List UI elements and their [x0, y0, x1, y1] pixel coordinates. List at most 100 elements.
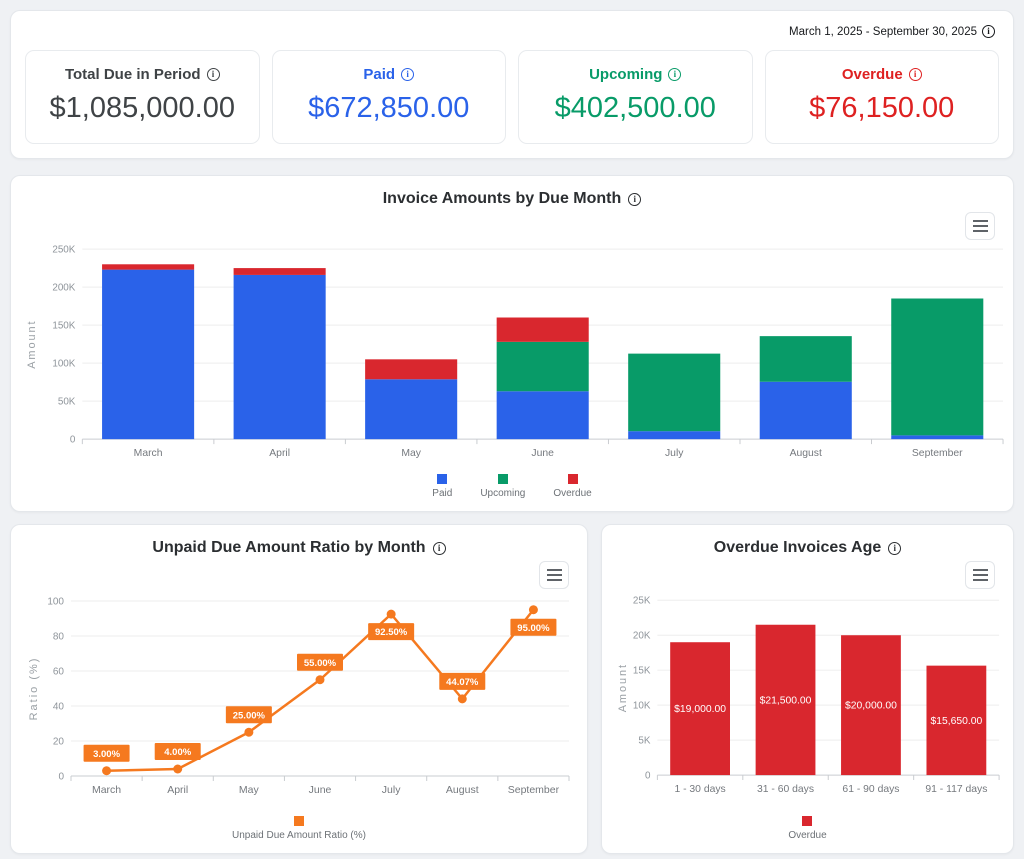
legend-item[interactable]: Unpaid Due Amount Ratio (%) — [232, 816, 366, 841]
svg-text:95.00%: 95.00% — [517, 623, 550, 634]
bar-chart: 05K10K15K20K25K1 - 30 days31 - 60 days61… — [602, 589, 1013, 814]
info-icon[interactable]: i — [207, 68, 220, 81]
svg-text:0: 0 — [58, 772, 64, 783]
chart-menu-button[interactable] — [965, 212, 995, 240]
svg-text:0: 0 — [645, 771, 651, 782]
svg-text:$19,000.00: $19,000.00 — [674, 704, 726, 715]
stat-label-text: Upcoming — [589, 66, 662, 83]
svg-text:25K: 25K — [633, 596, 651, 607]
stat-value: $402,500.00 — [527, 92, 744, 125]
chart-title: Invoice Amounts by Due Month i — [11, 190, 1013, 208]
svg-text:50K: 50K — [58, 397, 76, 408]
svg-text:July: July — [665, 448, 684, 459]
info-icon[interactable]: i — [668, 68, 681, 81]
chart-title-text: Invoice Amounts by Due Month — [383, 190, 622, 208]
svg-text:20K: 20K — [633, 631, 651, 642]
svg-text:Ratio (%): Ratio (%) — [28, 657, 40, 721]
chart-legend: Overdue — [602, 816, 1013, 847]
stat-card-total-due: Total Due in Period i $1,085,000.00 — [25, 50, 260, 144]
svg-text:4.00%: 4.00% — [164, 747, 191, 758]
stat-label-text: Overdue — [842, 66, 903, 83]
chart-legend: Unpaid Due Amount Ratio (%) — [11, 816, 587, 847]
svg-text:August: August — [790, 448, 822, 459]
info-icon[interactable]: i — [401, 68, 414, 81]
legend-swatch-icon — [802, 816, 812, 826]
svg-text:44.07%: 44.07% — [446, 677, 479, 688]
svg-text:Amount: Amount — [26, 319, 38, 368]
svg-text:10K: 10K — [633, 701, 651, 712]
svg-text:$21,500.00: $21,500.00 — [760, 695, 812, 706]
info-icon[interactable]: i — [909, 68, 922, 81]
stacked-bar-chart: 050K100K150K200K250KMarchAprilMayJuneJul… — [11, 240, 1013, 472]
svg-text:Amount: Amount — [617, 663, 629, 712]
summary-section: March 1, 2025 - September 30, 2025 i Tot… — [10, 10, 1014, 159]
info-icon[interactable]: i — [982, 25, 995, 38]
svg-text:55.00%: 55.00% — [304, 658, 337, 669]
svg-text:March: March — [134, 448, 163, 459]
unpaid-ratio-chart-card: Unpaid Due Amount Ratio by Month i 02040… — [10, 524, 588, 854]
svg-text:3.00%: 3.00% — [93, 749, 120, 760]
svg-text:61 - 90 days: 61 - 90 days — [842, 784, 899, 795]
svg-text:250K: 250K — [52, 245, 75, 256]
svg-text:15K: 15K — [633, 666, 651, 677]
stat-value: $672,850.00 — [281, 92, 498, 125]
svg-text:June: June — [531, 448, 554, 459]
stat-label: Upcoming i — [527, 66, 744, 83]
chart-title: Overdue Invoices Age i — [602, 539, 1013, 557]
svg-text:92.50%: 92.50% — [375, 627, 408, 638]
stat-card-upcoming: Upcoming i $402,500.00 — [518, 50, 753, 144]
stat-label: Paid i — [281, 66, 498, 83]
svg-text:May: May — [401, 448, 421, 459]
svg-text:March: March — [92, 784, 121, 796]
legend-item[interactable]: Overdue — [553, 474, 591, 499]
info-icon[interactable]: i — [888, 542, 901, 555]
svg-text:5K: 5K — [638, 736, 650, 747]
info-icon[interactable]: i — [628, 193, 641, 206]
legend-label: Paid — [432, 488, 452, 499]
svg-text:0: 0 — [70, 435, 76, 446]
legend-label: Overdue — [553, 488, 591, 499]
svg-text:May: May — [239, 784, 260, 796]
hamburger-icon — [547, 569, 562, 571]
svg-text:80: 80 — [53, 632, 65, 643]
legend-swatch-icon — [294, 816, 304, 826]
date-range-text: March 1, 2025 - September 30, 2025 — [789, 26, 977, 38]
stat-label: Overdue i — [774, 66, 991, 83]
report-date-range: March 1, 2025 - September 30, 2025 i — [25, 21, 999, 50]
chart-menu-button[interactable] — [539, 561, 569, 589]
svg-text:April: April — [167, 784, 188, 796]
svg-text:60: 60 — [53, 667, 65, 678]
stat-card-paid: Paid i $672,850.00 — [272, 50, 507, 144]
summary-cards-row: Total Due in Period i $1,085,000.00 Paid… — [25, 50, 999, 144]
svg-text:September: September — [912, 448, 963, 459]
legend-item[interactable]: Upcoming — [480, 474, 525, 499]
svg-text:June: June — [309, 784, 332, 796]
stat-label-text: Total Due in Period — [65, 66, 201, 83]
legend-swatch-icon — [568, 474, 578, 484]
svg-text:August: August — [446, 784, 479, 796]
info-icon[interactable]: i — [433, 542, 446, 555]
chart-title-text: Unpaid Due Amount Ratio by Month — [152, 539, 425, 557]
svg-text:September: September — [508, 784, 560, 796]
svg-text:25.00%: 25.00% — [233, 710, 266, 721]
svg-text:April: April — [269, 448, 290, 459]
legend-label: Upcoming — [480, 488, 525, 499]
legend-label: Unpaid Due Amount Ratio (%) — [232, 830, 366, 841]
stat-label: Total Due in Period i — [34, 66, 251, 83]
stat-label-text: Paid — [363, 66, 395, 83]
legend-label: Overdue — [788, 830, 826, 841]
legend-swatch-icon — [498, 474, 508, 484]
svg-text:31 - 60 days: 31 - 60 days — [757, 784, 814, 795]
stat-value: $1,085,000.00 — [34, 92, 251, 125]
bottom-charts-row: Unpaid Due Amount Ratio by Month i 02040… — [10, 524, 1014, 854]
svg-text:100K: 100K — [52, 359, 75, 370]
legend-swatch-icon — [437, 474, 447, 484]
stat-card-overdue: Overdue i $76,150.00 — [765, 50, 1000, 144]
legend-item[interactable]: Paid — [432, 474, 452, 499]
legend-item[interactable]: Overdue — [788, 816, 826, 841]
overdue-age-chart-card: Overdue Invoices Age i 05K10K15K20K25K1 … — [601, 524, 1014, 854]
svg-text:$20,000.00: $20,000.00 — [845, 701, 897, 712]
svg-text:100: 100 — [47, 597, 64, 608]
hamburger-icon — [973, 569, 988, 571]
chart-menu-button[interactable] — [965, 561, 995, 589]
